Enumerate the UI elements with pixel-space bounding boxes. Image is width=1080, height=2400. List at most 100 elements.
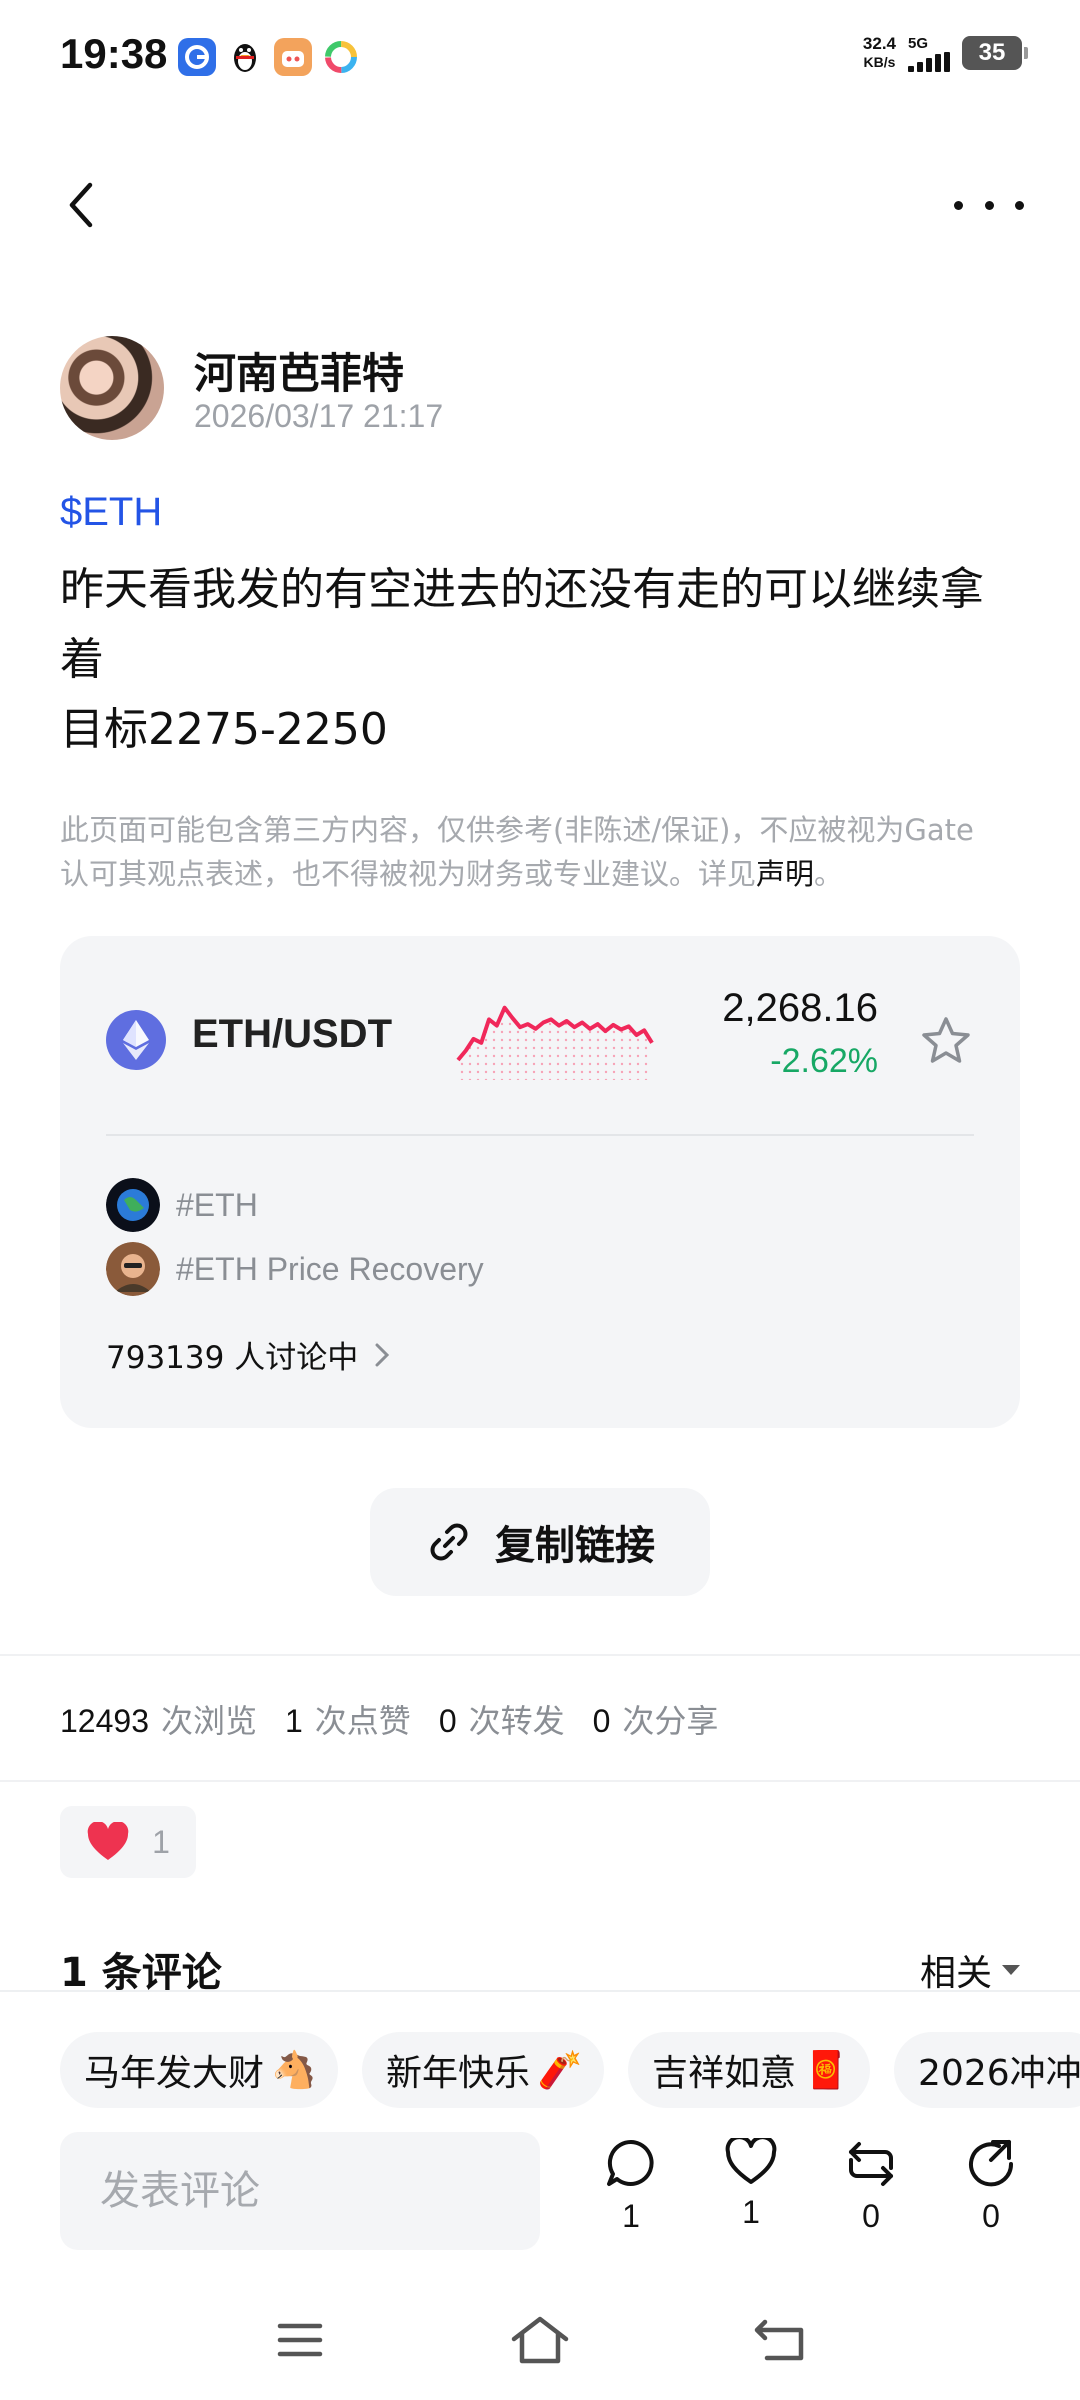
- link-icon: [430, 1523, 468, 1561]
- status-right: 32.4 KB/s 5G 35: [862, 34, 1028, 72]
- home-nav-button[interactable]: [505, 2310, 575, 2370]
- shares-count: 0: [592, 1703, 611, 1739]
- battery-icon: 35: [962, 36, 1028, 70]
- price-change: -2.62%: [770, 1042, 878, 1080]
- card-divider: [106, 1134, 974, 1136]
- topic-item[interactable]: #ETH: [106, 1178, 258, 1232]
- like-action-button[interactable]: 1: [711, 2138, 791, 2231]
- comment-input[interactable]: [60, 2132, 540, 2250]
- game-app-icon: [274, 38, 312, 76]
- section-divider: [0, 1780, 1080, 1782]
- share-icon: [969, 2140, 1014, 2187]
- top-nav: [0, 160, 1080, 250]
- current-price: 2,268.16: [722, 986, 878, 1030]
- chip-label: 马年发大财: [84, 2053, 265, 2094]
- topic-label: #ETH: [176, 1186, 258, 1223]
- reaction-count: 1: [152, 1823, 170, 1860]
- favorite-button[interactable]: [918, 1012, 974, 1068]
- author-avatar[interactable]: [60, 336, 164, 440]
- back-button[interactable]: [56, 180, 106, 230]
- post-line: 目标2275-2250: [60, 704, 388, 755]
- section-divider: [0, 1654, 1080, 1656]
- post-line: 昨天看我发的有空进去的还没有走的可以继续拿: [60, 564, 984, 615]
- repost-action-button[interactable]: 0: [831, 2138, 911, 2235]
- disclaimer-link[interactable]: 声明: [756, 857, 814, 891]
- repost-count: 0: [862, 2198, 880, 2234]
- color-wheel-app-icon: [322, 38, 360, 76]
- person-avatar-icon: [106, 1242, 160, 1296]
- topic-label: #ETH Price Recovery: [176, 1250, 484, 1287]
- network-type: 5G: [908, 34, 929, 52]
- chevron-left-icon: [69, 182, 93, 228]
- heart-outline-icon: [725, 2138, 777, 2184]
- market-card[interactable]: ETH/USDT 2,268.16 -2.62% #ETH #ETH Price…: [60, 936, 1020, 1428]
- ethereum-logo-icon: [106, 1010, 166, 1070]
- status-bar: 19:38 32.4 KB/s 5G 35: [0, 0, 1080, 110]
- quick-reply-chip[interactable]: 吉祥如意 🧧: [628, 2032, 871, 2108]
- likes-label: 次点赞: [314, 1702, 411, 1740]
- heart-icon: [87, 1822, 129, 1860]
- chip-label: 吉祥如意: [652, 2053, 797, 2094]
- sparkline-area: [458, 1007, 652, 1080]
- discussion-count-link[interactable]: 793139 人讨论中: [106, 1332, 390, 1377]
- qq-penguin-icon: [226, 38, 264, 76]
- disclaimer-line: 认可其观点表述，也不得被视为财务或专业建议。详见: [60, 857, 757, 891]
- post-line: 着: [60, 634, 104, 685]
- share-action-button[interactable]: 0: [951, 2138, 1031, 2235]
- disclaimer-text: 此页面可能包含第三方内容，仅供参考(非陈述/保证)，不应被视为Gate 认可其观…: [60, 808, 1020, 896]
- earth-icon: [106, 1178, 160, 1232]
- menu-icon: [277, 2323, 323, 2357]
- disclaimer-line: 此页面可能包含第三方内容，仅供参考(非陈述/保证)，不应被视为Gate: [60, 813, 974, 847]
- copy-link-button[interactable]: 复制链接: [370, 1488, 710, 1596]
- more-options-button[interactable]: [954, 180, 1024, 230]
- copy-link-label: 复制链接: [495, 1523, 655, 1569]
- views-label: 次浏览: [160, 1702, 257, 1740]
- more-dot-icon: [984, 200, 994, 210]
- post-author: 河南芭菲特 2026/03/17 21:17: [60, 336, 1020, 446]
- reposts-count: 0: [438, 1703, 457, 1739]
- quick-reply-chips: 马年发大财 🐴 新年快乐 🧨 吉祥如意 🧧 2026冲冲: [60, 2032, 1080, 2108]
- comment-action-button[interactable]: 1: [591, 2138, 671, 2235]
- horse-icon: 🐴: [271, 2050, 317, 2091]
- price-sparkline: [456, 1005, 654, 1080]
- sort-label: 相关: [919, 1953, 992, 1994]
- chip-label: 2026冲冲: [918, 2053, 1080, 2094]
- discussion-count: 793139 人讨论中: [106, 1340, 359, 1376]
- heart-reaction-chip[interactable]: 1: [60, 1806, 196, 1878]
- system-nav-bar: [0, 2270, 1080, 2400]
- star-icon: [922, 1017, 970, 1063]
- more-dot-icon: [1015, 200, 1024, 210]
- network-speed-value: 32.4: [862, 34, 896, 53]
- chip-label: 新年快乐: [386, 2053, 531, 2094]
- post-ticker-tag[interactable]: $ETH: [60, 490, 162, 535]
- repost-icon: [849, 2142, 893, 2186]
- post-body: 昨天看我发的有空进去的还没有走的可以继续拿 着 目标2275-2250: [60, 555, 1020, 765]
- more-dot-icon: [954, 200, 963, 210]
- battery-level: 35: [978, 39, 1006, 66]
- reposts-label: 次转发: [468, 1702, 565, 1740]
- firecracker-icon: 🧨: [537, 2050, 583, 2091]
- topic-item[interactable]: #ETH Price Recovery: [106, 1242, 484, 1296]
- caret-down-icon: [1002, 1965, 1020, 1975]
- network-speed-unit: KB/s: [863, 54, 896, 70]
- author-name[interactable]: 河南芭菲特: [194, 340, 404, 401]
- share-count: 0: [982, 2198, 1000, 2234]
- disclaimer-period: 。: [814, 857, 844, 891]
- quick-reply-chip[interactable]: 新年快乐 🧨: [362, 2032, 605, 2108]
- back-nav-button[interactable]: [745, 2310, 815, 2370]
- likes-count: 1: [285, 1703, 303, 1739]
- home-icon: [511, 2316, 569, 2364]
- quick-reply-chip[interactable]: 马年发大财 🐴: [60, 2032, 339, 2108]
- quick-reply-chip[interactable]: 2026冲冲: [894, 2032, 1080, 2108]
- trading-pair: ETH/USDT: [192, 1012, 392, 1056]
- red-envelope-icon: 🧧: [803, 2050, 849, 2091]
- signal-bars-icon: [908, 51, 950, 72]
- comment-sort-select[interactable]: 相关: [920, 1944, 1020, 1996]
- return-icon: [754, 2319, 804, 2361]
- chevron-right-icon: [375, 1343, 390, 1366]
- menu-nav-button[interactable]: [265, 2310, 335, 2370]
- views-count: 12493: [60, 1703, 149, 1739]
- cellular-indicator: 5G: [908, 35, 950, 72]
- post-timestamp: 2026/03/17 21:17: [194, 398, 444, 434]
- comment-bubble-icon: [607, 2139, 654, 2186]
